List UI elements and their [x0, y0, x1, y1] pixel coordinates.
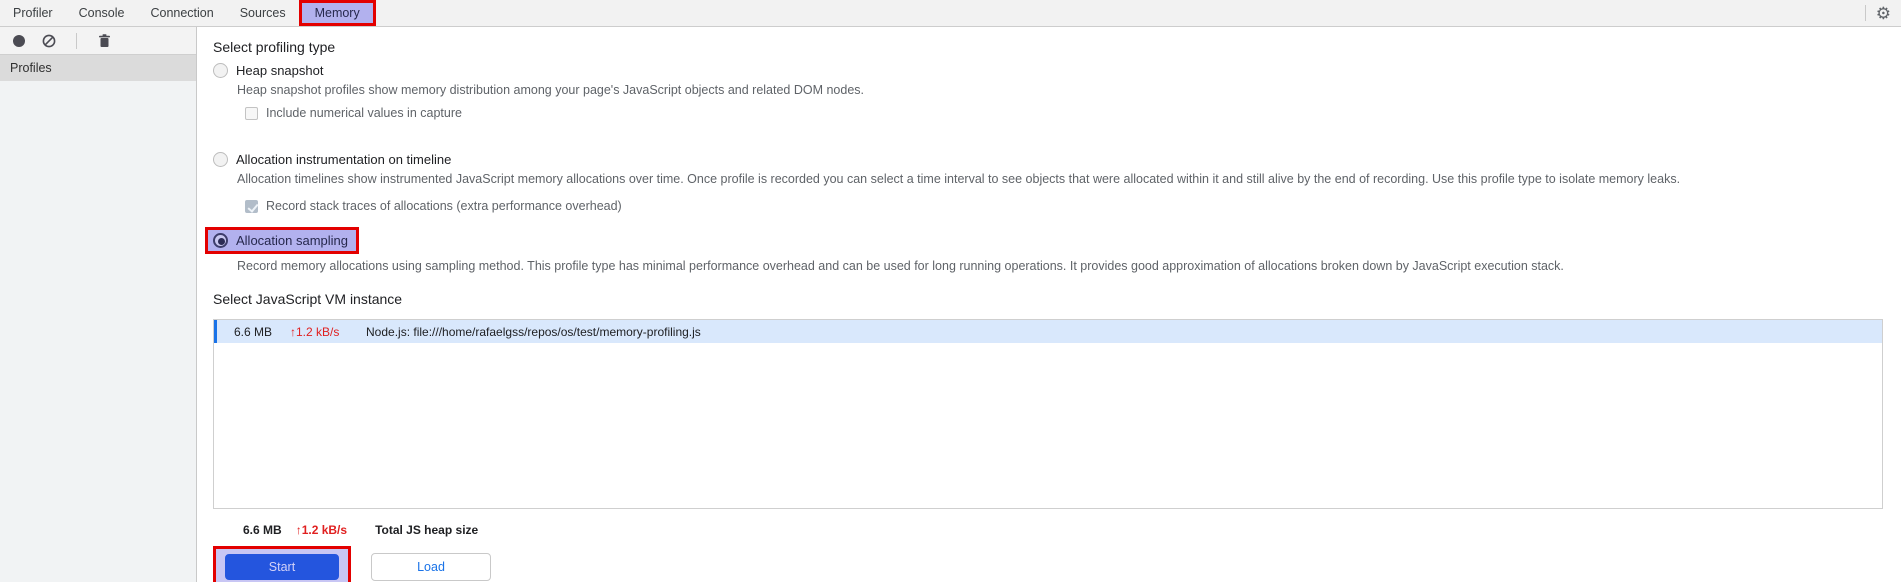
separator — [1864, 5, 1866, 21]
devtools-window: Profiler Console Connection Sources Memo… — [0, 0, 1901, 582]
vm-instance-name: Node.js: file:///home/rafaelgss/repos/os… — [366, 324, 701, 339]
radio-allocation-sampling[interactable]: Allocation sampling — [205, 227, 1883, 254]
start-button-annotation: Start — [213, 546, 351, 582]
vm-heap-size: 6.6 MB — [234, 324, 273, 339]
allocation-sampling-description: Record memory allocations using sampling… — [237, 259, 1564, 273]
profiling-type-heading: Select profiling type — [213, 39, 336, 55]
separator — [76, 32, 77, 49]
settings-gear-icon[interactable]: ⚙ — [1876, 5, 1891, 22]
allocation-sampling-annotation: Allocation sampling — [205, 227, 360, 254]
checkbox-label: Record stack traces of allocations (extr… — [266, 199, 622, 213]
load-button[interactable]: Load — [371, 553, 491, 581]
record-icon — [13, 34, 25, 47]
tab-sources[interactable]: Sources — [227, 0, 299, 26]
tabbar-right: ⚙ — [1855, 0, 1901, 26]
tab-connection[interactable]: Connection — [137, 0, 226, 26]
delete-profile-icon — [98, 33, 110, 47]
checkbox-icon — [245, 199, 258, 213]
vm-instance-heading: Select JavaScript VM instance — [213, 291, 403, 307]
radio-icon — [213, 233, 228, 248]
tab-profiler[interactable]: Profiler — [0, 0, 66, 26]
total-heap-row: 6.6 MB ↑1.2 kB/s Total JS heap size — [213, 523, 1883, 537]
total-heap-delta: ↑1.2 kB/s — [295, 523, 348, 537]
delete-profile-button[interactable] — [91, 30, 117, 52]
panel-body: Profiles Select profiling type Heap snap… — [0, 27, 1901, 582]
clear-all-icon — [42, 34, 56, 47]
sidebar-profiles-header[interactable]: Profiles — [0, 55, 196, 81]
total-heap-size: 6.6 MB — [243, 523, 282, 537]
radio-label: Allocation instrumentation on timeline — [236, 152, 452, 167]
checkbox-icon — [245, 106, 258, 120]
radio-label: Heap snapshot — [236, 63, 324, 78]
heap-snapshot-description: Heap snapshot profiles show memory distr… — [237, 83, 865, 97]
radio-label: Allocation sampling — [236, 233, 349, 248]
tab-bar: Profiler Console Connection Sources Memo… — [0, 0, 1901, 27]
radio-icon — [213, 63, 228, 78]
checkbox-label: Include numerical values in capture — [266, 106, 462, 120]
profiler-toolbar — [0, 27, 196, 55]
radio-icon — [213, 152, 228, 167]
vm-instance-row[interactable]: 6.6 MB ↑1.2 kB/s Node.js: file:///home/r… — [214, 320, 1882, 343]
start-button[interactable]: Start — [225, 554, 339, 580]
total-heap-label: Total JS heap size — [375, 523, 479, 537]
allocation-timeline-description: Allocation timelines show instrumented J… — [237, 172, 1681, 186]
sidebar: Profiles — [0, 27, 197, 582]
checkbox-include-numerical-values[interactable]: Include numerical values in capture — [245, 106, 1883, 120]
vm-heap-delta: ↑1.2 kB/s — [290, 324, 340, 339]
tab-console[interactable]: Console — [66, 0, 138, 26]
action-buttons: Start Load — [213, 546, 1883, 582]
memory-panel: Select profiling type Heap snapshot Heap… — [197, 27, 1901, 582]
checkbox-record-stack-traces[interactable]: Record stack traces of allocations (extr… — [245, 199, 1883, 213]
vm-instance-list: 6.6 MB ↑1.2 kB/s Node.js: file:///home/r… — [213, 319, 1883, 509]
radio-heap-snapshot[interactable]: Heap snapshot — [213, 63, 1883, 78]
radio-allocation-timeline[interactable]: Allocation instrumentation on timeline — [213, 152, 1883, 167]
clear-all-button[interactable] — [36, 30, 62, 52]
tab-memory[interactable]: Memory — [298, 0, 376, 26]
record-button[interactable] — [6, 30, 32, 52]
